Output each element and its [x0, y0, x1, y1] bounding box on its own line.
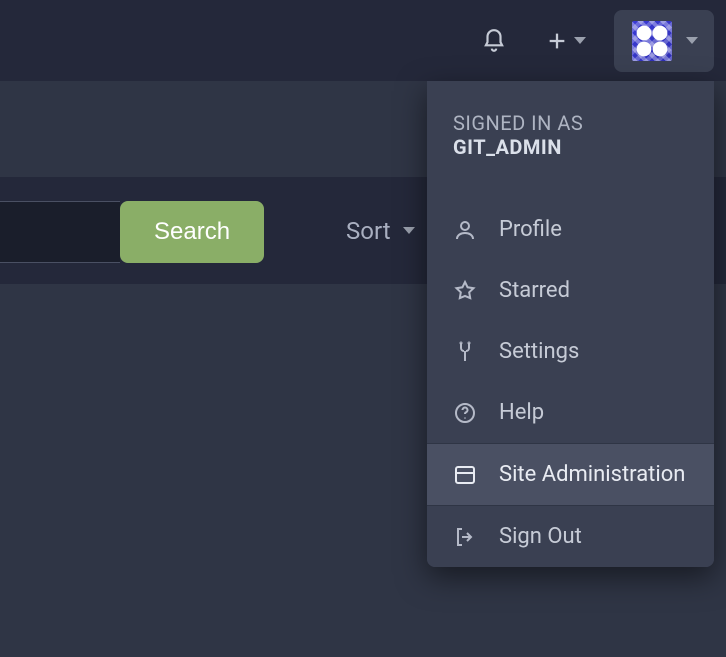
menu-item-settings[interactable]: Settings [427, 321, 714, 382]
wrench-icon [453, 340, 477, 364]
menu-item-sign-out[interactable]: Sign Out [427, 506, 714, 567]
plus-icon [546, 30, 568, 52]
menu-item-label: Settings [499, 339, 579, 364]
bell-icon [481, 28, 507, 54]
chevron-down-icon [403, 227, 415, 234]
user-icon [453, 218, 477, 242]
menu-item-site-administration[interactable]: Site Administration [427, 444, 714, 505]
menu-item-label: Profile [499, 217, 562, 242]
menu-item-label: Site Administration [499, 462, 685, 487]
top-navbar [0, 0, 726, 81]
server-icon [453, 463, 477, 487]
search-group: Search [0, 201, 264, 263]
menu-item-profile[interactable]: Profile [427, 199, 714, 260]
search-button[interactable]: Search [120, 201, 264, 263]
signed-in-header: SIGNED IN AS GIT_ADMIN [427, 81, 714, 199]
user-dropdown-menu: SIGNED IN AS GIT_ADMIN Profile Starred S… [427, 81, 714, 567]
notifications-button[interactable] [470, 17, 518, 65]
chevron-down-icon [686, 37, 698, 44]
star-icon [453, 279, 477, 303]
signed-in-prefix: SIGNED IN AS [453, 111, 583, 135]
chevron-down-icon [574, 37, 586, 44]
menu-item-starred[interactable]: Starred [427, 260, 714, 321]
help-icon [453, 401, 477, 425]
menu-item-label: Sign Out [499, 524, 582, 549]
sort-label: Sort [346, 217, 391, 245]
create-menu-button[interactable] [546, 30, 586, 52]
sort-dropdown[interactable]: Sort [346, 217, 415, 245]
menu-item-help[interactable]: Help [427, 382, 714, 443]
menu-item-label: Help [499, 400, 544, 425]
signout-icon [453, 525, 477, 549]
signed-in-username: GIT_ADMIN [453, 135, 562, 159]
search-input[interactable] [0, 201, 120, 263]
user-menu-button[interactable] [614, 10, 714, 72]
avatar [632, 21, 672, 61]
menu-item-label: Starred [499, 278, 570, 303]
